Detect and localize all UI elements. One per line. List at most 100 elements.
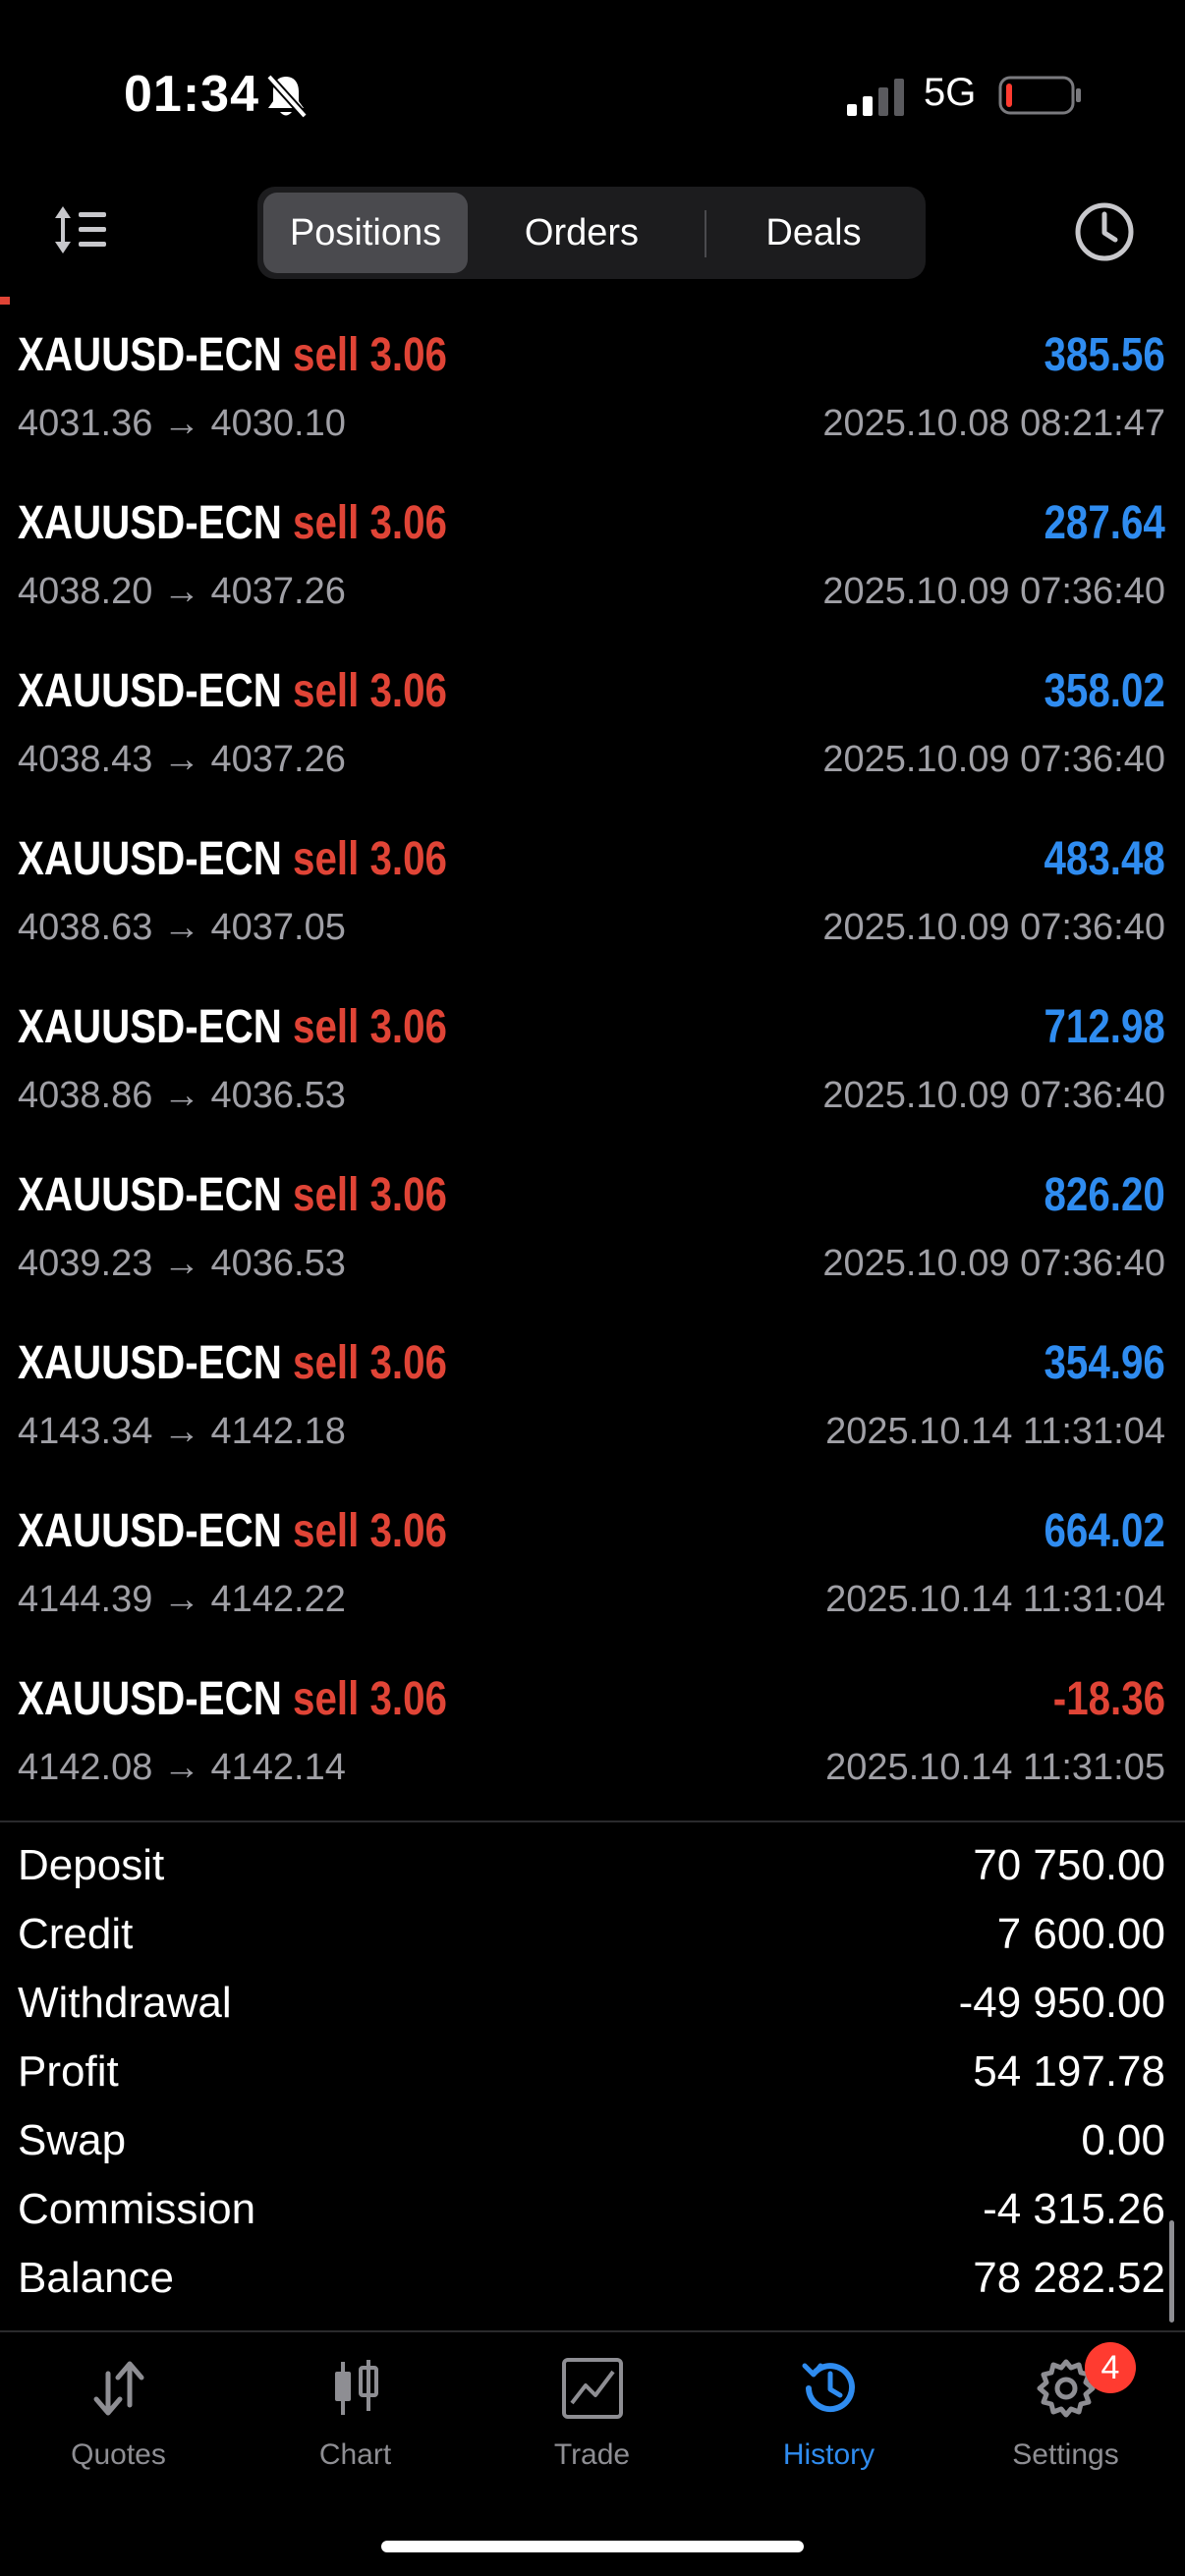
tab-trade[interactable]: Trade <box>474 2332 710 2490</box>
summary-value: 70 750.00 <box>973 1841 1165 1889</box>
summary-row-withdrawal: Withdrawal -49 950.00 <box>0 1973 1185 2042</box>
tab-orders[interactable]: Orders <box>474 193 690 273</box>
tab-deals[interactable]: Deals <box>707 193 920 273</box>
deal-row[interactable]: XAUUSD-ECN sell 3.06 287.64 4038.20 → 40… <box>0 482 1185 650</box>
scroll-marker <box>0 297 10 305</box>
summary-value: -4 315.26 <box>983 2185 1165 2233</box>
deal-row[interactable]: XAUUSD-ECN sell 3.06 664.02 4144.39 → 41… <box>0 1490 1185 1658</box>
deal-prices: 4038.86 → 4036.53 <box>18 1075 346 1116</box>
tab-bar: Quotes Chart Trade History Settings <box>0 2332 1185 2529</box>
deal-time: 2025.10.14 11:31:05 <box>825 1747 1165 1788</box>
deal-time: 2025.10.14 11:31:04 <box>825 1411 1165 1452</box>
deal-prices: 4144.39 → 4142.22 <box>18 1579 346 1620</box>
deal-side: sell <box>293 1169 360 1221</box>
deal-title: XAUUSD-ECN sell 3.06 <box>18 1336 447 1390</box>
deal-close-price: 4142.22 <box>210 1579 346 1620</box>
account-summary: Deposit 70 750.00 Credit 7 600.00 Withdr… <box>0 1835 1185 2317</box>
segment-divider <box>705 210 706 257</box>
deal-row[interactable]: XAUUSD-ECN sell 3.06 483.48 4038.63 → 40… <box>0 818 1185 986</box>
deal-side: sell <box>293 665 360 717</box>
deal-side: sell <box>293 1337 360 1389</box>
deal-profit: 287.64 <box>1044 497 1165 549</box>
deal-profit: 385.56 <box>1044 329 1165 381</box>
deal-profit: 354.96 <box>1044 1337 1165 1389</box>
deal-volume: 3.06 <box>369 1169 447 1221</box>
sort-icon[interactable] <box>51 202 110 257</box>
arrows-up-down-icon <box>93 2361 144 2416</box>
tab-settings[interactable]: Settings <box>947 2332 1184 2490</box>
summary-value: 7 600.00 <box>996 1910 1165 1958</box>
deal-time: 2025.10.14 11:31:04 <box>825 1579 1165 1620</box>
summary-value: 54 197.78 <box>973 2047 1165 2096</box>
deal-time: 2025.10.08 08:21:47 <box>822 403 1165 444</box>
summary-value: -49 950.00 <box>958 1979 1165 2027</box>
deal-volume: 3.06 <box>369 1505 447 1557</box>
deal-title: XAUUSD-ECN sell 3.06 <box>18 664 447 718</box>
cellular-signal-icon <box>847 79 904 116</box>
scrollbar[interactable] <box>1169 2220 1174 2323</box>
deal-close-price: 4030.10 <box>210 403 346 444</box>
candlestick-icon <box>335 2360 378 2415</box>
tab-chart[interactable]: Chart <box>237 2332 474 2490</box>
tab-positions[interactable]: Positions <box>263 193 468 273</box>
deal-prices: 4143.34 → 4142.18 <box>18 1411 346 1452</box>
deal-side: sell <box>293 497 360 549</box>
deal-symbol: XAUUSD-ECN <box>18 665 282 717</box>
deal-title: XAUUSD-ECN sell 3.06 <box>18 1504 447 1558</box>
deal-profit: 358.02 <box>1044 665 1165 717</box>
deal-prices: 4038.20 → 4037.26 <box>18 571 346 612</box>
tab-label: Settings <box>1012 2438 1119 2471</box>
deal-volume: 3.06 <box>369 665 447 717</box>
deal-open-price: 4038.63 <box>18 907 153 948</box>
network-label: 5G <box>924 71 977 114</box>
deal-prices: 4038.43 → 4037.26 <box>18 739 346 780</box>
deal-open-price: 4031.36 <box>18 403 153 444</box>
status-time: 01:34 <box>124 66 259 123</box>
deal-title: XAUUSD-ECN sell 3.06 <box>18 328 447 382</box>
deal-prices: 4039.23 → 4036.53 <box>18 1243 346 1284</box>
deal-open-price: 4038.43 <box>18 739 153 780</box>
summary-label: Deposit <box>18 1841 165 1889</box>
deal-title: XAUUSD-ECN sell 3.06 <box>18 496 447 550</box>
deal-symbol: XAUUSD-ECN <box>18 1673 282 1725</box>
deal-row[interactable]: XAUUSD-ECN sell 3.06 826.20 4039.23 → 40… <box>0 1154 1185 1322</box>
tab-label: History <box>782 2438 875 2471</box>
history-icon <box>802 2363 855 2413</box>
tab-history[interactable]: History <box>710 2332 947 2490</box>
status-bar: 01:34 5G <box>0 0 1185 187</box>
line-chart-icon <box>562 2358 623 2419</box>
deal-row[interactable]: XAUUSD-ECN sell 3.06 385.56 4031.36 → 40… <box>0 314 1185 482</box>
tab-quotes[interactable]: Quotes <box>0 2332 237 2490</box>
deal-time: 2025.10.09 07:36:40 <box>822 739 1165 780</box>
deal-row[interactable]: XAUUSD-ECN sell 3.06 -18.36 4142.08 → 41… <box>0 1658 1185 1826</box>
summary-label: Commission <box>18 2185 256 2233</box>
deal-close-price: 4037.26 <box>210 739 346 780</box>
home-indicator[interactable] <box>381 2541 804 2552</box>
deal-symbol: XAUUSD-ECN <box>18 497 282 549</box>
deal-time: 2025.10.09 07:36:40 <box>822 907 1165 948</box>
summary-value: 0.00 <box>1081 2116 1165 2164</box>
deal-volume: 3.06 <box>369 1673 447 1725</box>
clock-icon[interactable] <box>1073 200 1136 263</box>
deal-open-price: 4038.20 <box>18 571 153 612</box>
deal-row[interactable]: XAUUSD-ECN sell 3.06 354.96 4143.34 → 41… <box>0 1322 1185 1490</box>
summary-label: Withdrawal <box>18 1979 232 2027</box>
deal-row[interactable]: XAUUSD-ECN sell 3.06 712.98 4038.86 → 40… <box>0 986 1185 1154</box>
summary-row-balance: Balance 78 282.52 <box>0 2248 1185 2317</box>
deal-profit: 664.02 <box>1044 1505 1165 1557</box>
deal-row[interactable]: XAUUSD-ECN sell 3.06 358.02 4038.43 → 40… <box>0 650 1185 818</box>
deal-close-price: 4036.53 <box>210 1243 346 1284</box>
deal-time: 2025.10.09 07:36:40 <box>822 1243 1165 1284</box>
summary-row-credit: Credit 7 600.00 <box>0 1904 1185 1973</box>
deal-side: sell <box>293 1673 360 1725</box>
deal-close-price: 4142.18 <box>210 1411 346 1452</box>
deal-title: XAUUSD-ECN sell 3.06 <box>18 1672 447 1726</box>
deal-volume: 3.06 <box>369 1001 447 1053</box>
deal-time: 2025.10.09 07:36:40 <box>822 571 1165 612</box>
deal-close-price: 4142.14 <box>210 1747 346 1788</box>
deal-symbol: XAUUSD-ECN <box>18 1505 282 1557</box>
divider <box>0 1820 1185 1822</box>
deal-close-price: 4036.53 <box>210 1075 346 1116</box>
deal-volume: 3.06 <box>369 1337 447 1389</box>
tab-label: Quotes <box>71 2438 166 2471</box>
